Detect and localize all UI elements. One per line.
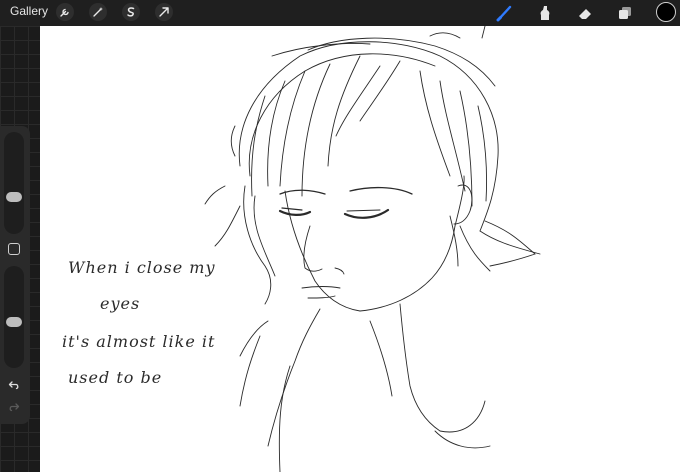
magic-wand-icon[interactable]: [89, 3, 107, 21]
transform-arrow-icon[interactable]: [155, 3, 173, 21]
handwriting-line-4: used to be: [68, 368, 163, 387]
left-background: [0, 26, 40, 472]
sketch-drawing: [204, 26, 541, 472]
brush-size-slider[interactable]: [4, 132, 24, 234]
wrench-icon[interactable]: [56, 3, 74, 21]
handwriting-line-1: When i close my: [68, 258, 216, 277]
undo-icon[interactable]: [6, 378, 22, 392]
handwriting-line-3: it's almost like it: [62, 332, 216, 351]
handwriting-line-2: eyes: [100, 294, 141, 313]
eraser-icon[interactable]: [575, 3, 595, 23]
opacity-thumb[interactable]: [6, 317, 22, 327]
left-sidebar: [0, 126, 30, 424]
brush-size-thumb[interactable]: [6, 192, 22, 202]
gallery-button[interactable]: Gallery: [10, 4, 48, 18]
drawing-canvas[interactable]: When i close my eyes it's almost like it…: [40, 26, 680, 472]
smudge-icon[interactable]: [535, 3, 555, 23]
color-swatch-button[interactable]: [656, 2, 676, 22]
top-toolbar: Gallery: [0, 0, 680, 26]
selection-icon[interactable]: [122, 3, 140, 21]
brush-icon[interactable]: [495, 3, 515, 23]
modify-button[interactable]: [8, 243, 20, 255]
layers-icon[interactable]: [615, 3, 635, 23]
opacity-slider[interactable]: [4, 266, 24, 368]
redo-icon[interactable]: [6, 400, 22, 414]
